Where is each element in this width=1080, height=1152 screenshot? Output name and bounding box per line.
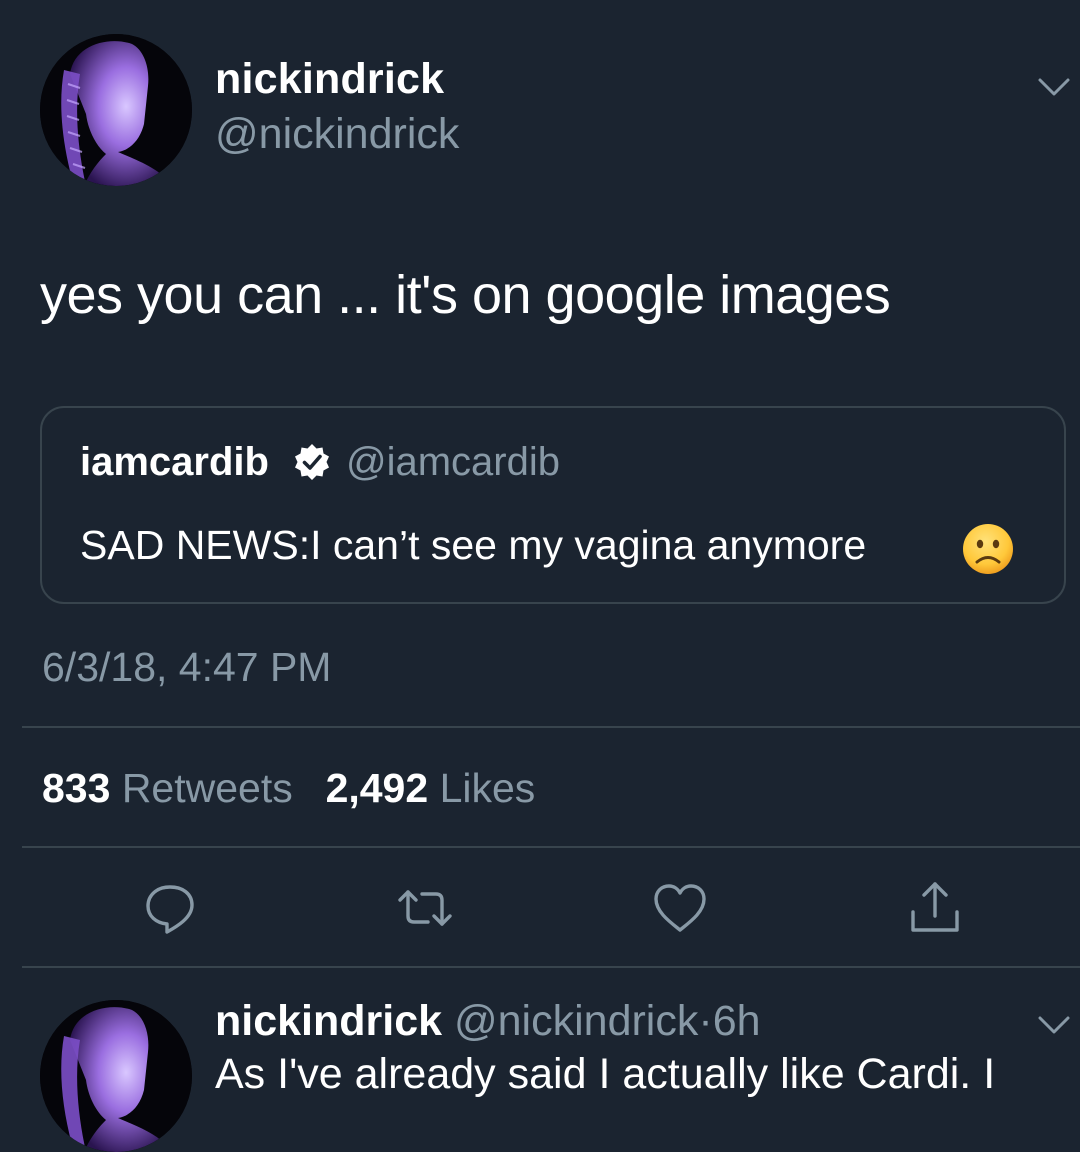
author-handle[interactable]: @nickindrick <box>215 110 459 159</box>
quoted-tweet-text: SAD NEWS:I can’t see my vagina anymore <box>80 522 867 568</box>
reply-text: As I've already said I actually like Car… <box>215 1050 996 1098</box>
quoted-tweet-card[interactable] <box>40 406 1066 604</box>
reply-icon[interactable] <box>140 878 200 938</box>
retweet-icon[interactable] <box>395 878 455 938</box>
likes-label[interactable]: Likes <box>440 765 536 811</box>
tweet-text: yes you can ... it's on google images <box>40 265 891 325</box>
reply-header[interactable]: nickindrick @nickindrick·6h <box>215 997 761 1046</box>
author-display-name[interactable]: nickindrick <box>215 55 444 104</box>
likes-count[interactable]: 2,492 <box>326 765 429 811</box>
share-icon[interactable] <box>905 878 965 938</box>
avatar[interactable] <box>40 34 192 186</box>
separator-dot: · <box>698 997 713 1045</box>
like-heart-icon[interactable] <box>650 878 710 938</box>
frowning-face-emoji-icon <box>962 523 1014 575</box>
divider <box>22 726 1080 728</box>
retweets-label[interactable]: Retweets <box>122 765 293 811</box>
verified-badge-icon <box>292 442 332 482</box>
chevron-down-icon[interactable] <box>1032 70 1076 104</box>
tweet-timestamp[interactable]: 6/3/18, 4:47 PM <box>42 644 331 691</box>
quoted-author-name: iamcardib <box>80 440 269 484</box>
reply-author-name[interactable]: nickindrick <box>215 997 442 1045</box>
tweet-stats: 833 Retweets 2,492 Likes <box>42 765 535 812</box>
retweets-count[interactable]: 833 <box>42 765 110 811</box>
quoted-author-handle: @iamcardib <box>346 440 561 484</box>
reply-time: 6h <box>712 997 761 1045</box>
reply-avatar[interactable] <box>40 1000 192 1152</box>
chevron-down-icon[interactable] <box>1032 1008 1076 1042</box>
divider <box>22 846 1080 848</box>
reply-author-handle[interactable]: @nickindrick <box>454 997 698 1045</box>
divider <box>22 966 1080 968</box>
